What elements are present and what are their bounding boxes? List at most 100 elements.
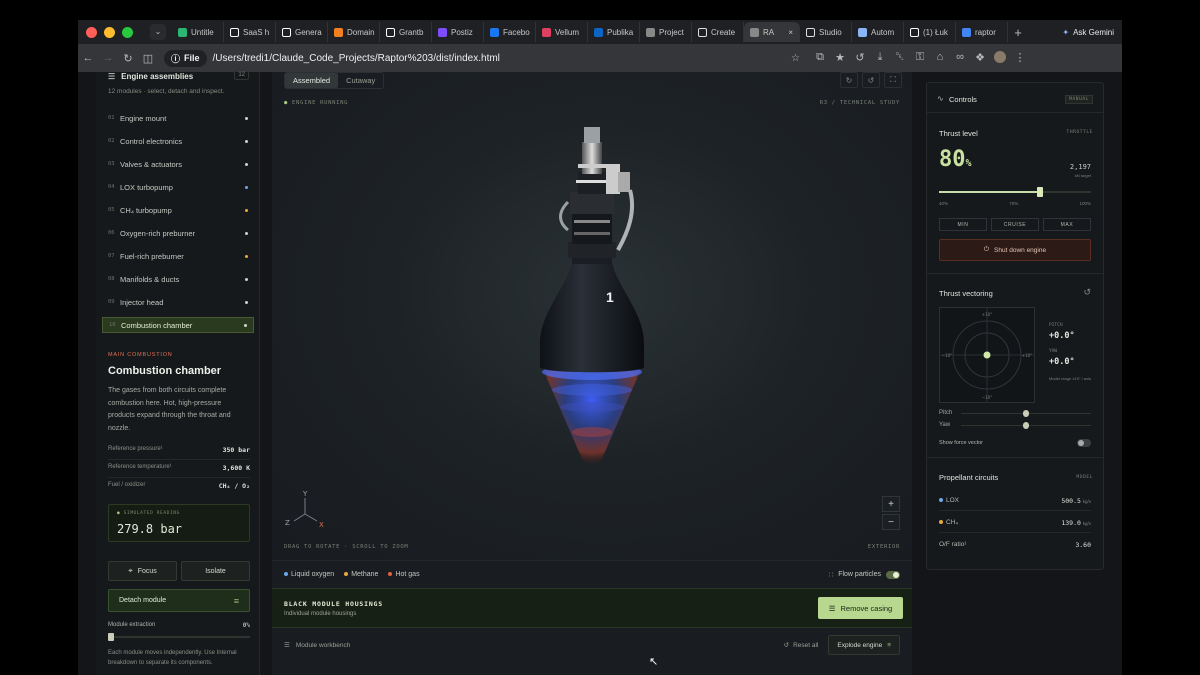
browser-tab[interactable]: Grantb <box>380 22 432 42</box>
tab-label: SaaS h <box>243 27 270 37</box>
trash-icon[interactable]: ␡ <box>890 51 910 66</box>
app-page: ☰ Engine assemblies 12 12 modules · sele… <box>78 70 1122 675</box>
module-status-dot-icon <box>245 116 248 120</box>
shutdown-button[interactable]: ⏻ Shut down engine <box>939 239 1091 261</box>
extensions-icon[interactable]: ⧉ <box>810 51 830 66</box>
browser-tab[interactable]: Project <box>640 22 692 42</box>
ask-gemini-button[interactable]: ✦ Ask Gemini <box>1062 28 1114 37</box>
reset-all-button[interactable]: ↺ Reset all <box>784 641 819 650</box>
bookmark-filled-icon[interactable]: ★ <box>830 51 850 66</box>
back-arrow-icon[interactable]: ← <box>78 52 98 64</box>
extraction-row: Module extraction 0% <box>108 622 250 629</box>
browser-tab[interactable]: raptor <box>956 22 1008 42</box>
gimbal-pad[interactable]: +10° −10° −10° +10° <box>939 307 1035 403</box>
module-item[interactable]: 07 Fuel-rich preburner <box>102 248 254 264</box>
reset-vector-icon[interactable]: ↺ <box>1083 287 1091 298</box>
module-item[interactable]: 09 Injector head <box>102 294 254 310</box>
green-bolt-icon <box>178 27 187 37</box>
link-icon[interactable]: ∞ <box>950 51 970 66</box>
propellant-dot-icon <box>939 498 943 502</box>
tab-label: Project <box>659 27 684 37</box>
module-item[interactable]: 01 Engine mount <box>102 110 254 126</box>
forward-arrow-icon[interactable]: → <box>98 52 118 64</box>
yaw-slider-label: Yaw <box>939 422 951 428</box>
flow-particles-toggle[interactable] <box>886 570 900 579</box>
spec-key: Fuel / oxidizer <box>108 482 146 488</box>
menu-kebab-icon[interactable]: ⋮ <box>1010 51 1030 66</box>
browser-tab[interactable]: Publika <box>588 22 640 42</box>
tab-label: raptor <box>975 27 996 37</box>
reload-icon[interactable]: ↻ <box>118 52 138 65</box>
extraction-slider-track[interactable] <box>108 636 250 638</box>
gimbal-handle[interactable] <box>983 351 991 359</box>
maximize-window-button[interactable] <box>122 26 133 38</box>
show-force-toggle[interactable] <box>1077 439 1091 447</box>
browser-tab[interactable]: Untitle <box>172 22 224 42</box>
browser-tab[interactable]: Genera <box>276 22 328 42</box>
yaw-slider-handle[interactable] <box>1023 422 1029 429</box>
history-icon[interactable]: ↺ <box>850 51 870 66</box>
address-bar[interactable]: ⓘ File /Users/tredi1/Claude_Code_Projects… <box>164 48 804 68</box>
close-window-button[interactable] <box>86 26 97 38</box>
robot-icon[interactable]: ⌂ <box>930 51 950 66</box>
module-item[interactable]: 05 CH₄ turbopump <box>102 202 254 218</box>
browser-tab[interactable]: Facebo <box>484 22 536 42</box>
workbench-label: Module workbench <box>295 641 351 649</box>
browser-tab[interactable]: Autom <box>852 22 904 42</box>
explode-engine-button[interactable]: Explode engine ≡ <box>828 635 900 655</box>
tab-search-icon[interactable]: ⌄ <box>150 24 166 40</box>
tab-strip: Untitle SaaS h Genera Domain Grantb Postiz Fac… <box>172 22 1008 42</box>
page-icon <box>646 27 655 37</box>
module-item[interactable]: 10 Combustion chamber <box>102 317 254 333</box>
remove-casing-button[interactable]: ☰ Remove casing <box>818 597 903 619</box>
close-tab-icon[interactable]: × <box>788 28 793 37</box>
tab-label: RA <box>763 27 775 37</box>
browser-tab[interactable]: Postiz <box>432 22 484 42</box>
zoom-out-button[interactable]: − <box>882 514 900 530</box>
pitch-slider-handle[interactable] <box>1023 410 1029 417</box>
new-tab-button[interactable]: + <box>1008 25 1028 40</box>
avatar[interactable] <box>990 50 1010 66</box>
notion-icon <box>698 27 707 37</box>
target-icon: ⌖ <box>128 566 133 575</box>
browser-tab[interactable]: Vellum <box>536 22 588 42</box>
browser-tab[interactable]: (1) Łuk <box>904 22 956 42</box>
panel-subtitle: 12 modules · select, detach and inspect. <box>108 88 225 95</box>
preset-max-button[interactable]: MAX <box>1043 218 1091 231</box>
browser-tab[interactable]: RA × <box>744 22 800 42</box>
module-item[interactable]: 03 Valves & actuators <box>102 156 254 172</box>
browser-tab[interactable]: Studio <box>800 22 852 42</box>
preset-cruise-button[interactable]: CRUISE <box>991 218 1039 231</box>
detach-module-button[interactable]: Detach module ≡ <box>108 589 250 612</box>
engine-viewport[interactable]: Assembled Cutaway ↻ ↺ ⛶ ● ENGINE RUNNING… <box>272 72 912 560</box>
tab-label: Grantb <box>399 27 424 37</box>
module-item[interactable]: 08 Manifolds & ducts <box>102 271 254 287</box>
yaw-label: YAW <box>1049 349 1058 354</box>
zoom-in-button[interactable]: + <box>882 496 900 512</box>
browser-tab[interactable]: Create <box>692 22 744 42</box>
component-title: Combustion chamber <box>108 365 222 377</box>
puzzle-icon[interactable]: ❖ <box>970 51 990 66</box>
module-item[interactable]: 04 LOX turbopump <box>102 179 254 195</box>
sidebar-toggle-icon[interactable]: ◫ <box>138 52 158 65</box>
module-label: CH₄ turbopump <box>120 205 172 215</box>
browser-tab[interactable]: Domain <box>328 22 380 42</box>
preset-min-button[interactable]: MIN <box>939 218 987 231</box>
module-status-dot-icon <box>245 185 248 189</box>
key-icon[interactable]: ⚿ <box>910 51 930 66</box>
minimize-window-button[interactable] <box>104 26 115 38</box>
bookmark-star-icon[interactable]: ☆ <box>791 53 800 64</box>
controls-panel: Controls ∿ MANUAL Thrust level THROTTLE … <box>926 82 1104 570</box>
focus-button[interactable]: ⌖ Focus <box>108 561 177 581</box>
browser-window: ⌄ Untitle SaaS h Genera Domain Grantb Postiz F… <box>78 20 1122 675</box>
throttle-slider-track[interactable] <box>939 191 1091 193</box>
extraction-slider-handle[interactable] <box>108 633 114 641</box>
isolate-button[interactable]: Isolate <box>181 561 250 581</box>
extraction-label: Module extraction <box>108 622 156 628</box>
browser-tab[interactable]: SaaS h <box>224 22 276 42</box>
scheme-chip[interactable]: ⓘ File <box>164 49 207 67</box>
throttle-slider-handle[interactable] <box>1037 187 1044 197</box>
module-item[interactable]: 02 Control electronics <box>102 133 254 149</box>
download-icon[interactable]: ⤓ <box>870 51 890 66</box>
module-item[interactable]: 06 Oxygen-rich preburner <box>102 225 254 241</box>
